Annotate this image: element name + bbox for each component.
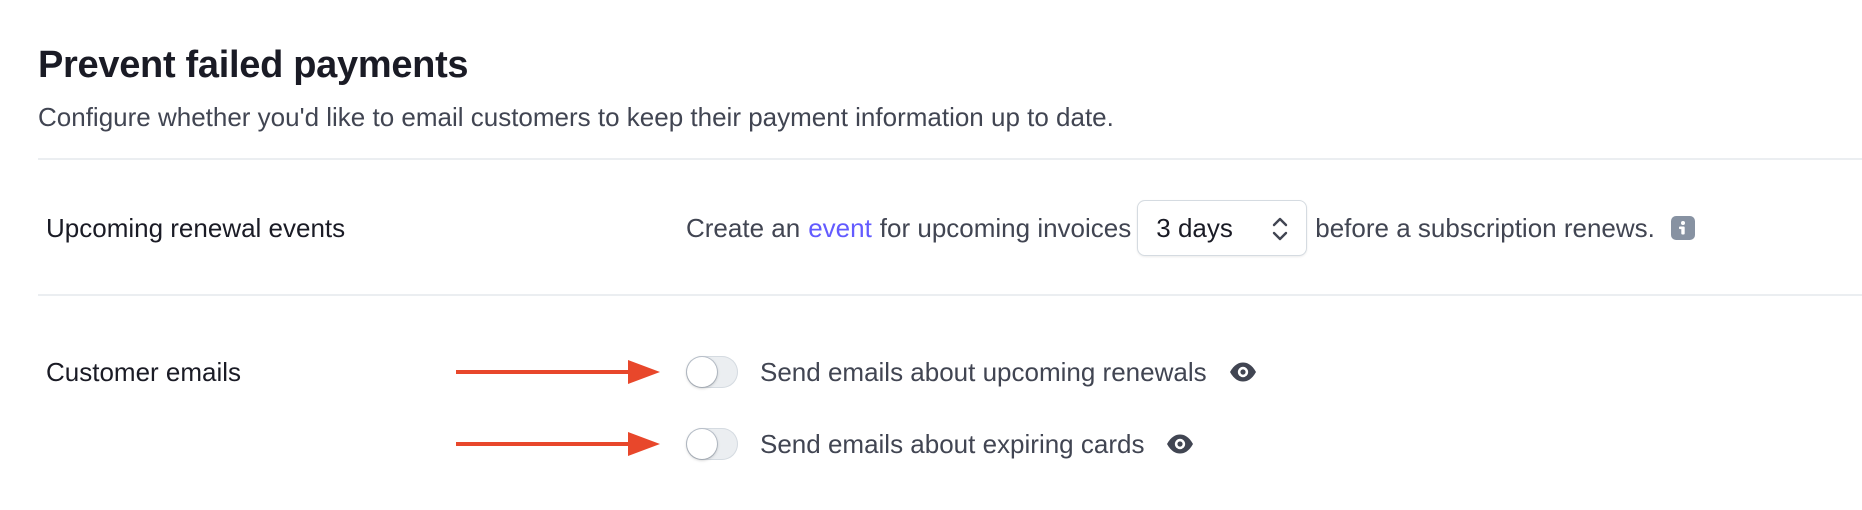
renewal-days-select[interactable]: 3 days xyxy=(1137,200,1308,256)
annotation-arrow xyxy=(456,432,660,456)
renewal-emails-label: Send emails about upcoming renewals xyxy=(760,356,1207,387)
expiring-cards-option: Send emails about expiring cards xyxy=(456,424,1194,464)
renewal-emails-option: Send emails about upcoming renewals xyxy=(456,352,1257,392)
renewal-text-mid: for upcoming invoices xyxy=(879,212,1132,243)
renewal-days-value: 3 days xyxy=(1156,212,1233,243)
chevron-up-down-icon xyxy=(1273,217,1288,241)
expiring-cards-label: Send emails about expiring cards xyxy=(760,428,1145,459)
renewal-text-prefix: Create an xyxy=(686,212,801,243)
renewal-text-suffix: before a subscription renews. xyxy=(1315,212,1655,243)
page-title: Prevent failed payments xyxy=(38,44,469,86)
divider xyxy=(38,158,1862,160)
customer-emails-label: Customer emails xyxy=(46,357,242,387)
expiring-cards-toggle[interactable] xyxy=(686,428,738,460)
info-icon[interactable] xyxy=(1670,216,1695,240)
eye-icon[interactable] xyxy=(1229,362,1257,382)
page-subtitle: Configure whether you'd like to email cu… xyxy=(38,102,1114,132)
toggle-knob xyxy=(687,429,717,459)
eye-icon[interactable] xyxy=(1166,434,1194,454)
toggle-knob xyxy=(687,357,717,387)
settings-page: Prevent failed payments Configure whethe… xyxy=(0,0,1862,510)
event-link[interactable]: event xyxy=(808,213,872,244)
divider xyxy=(38,294,1862,296)
annotation-arrow xyxy=(456,360,660,384)
renewal-emails-toggle[interactable] xyxy=(686,356,738,388)
renewal-setting: Create an event for upcoming invoices 3 … xyxy=(686,198,1695,258)
upcoming-renewal-events-label: Upcoming renewal events xyxy=(46,213,346,243)
